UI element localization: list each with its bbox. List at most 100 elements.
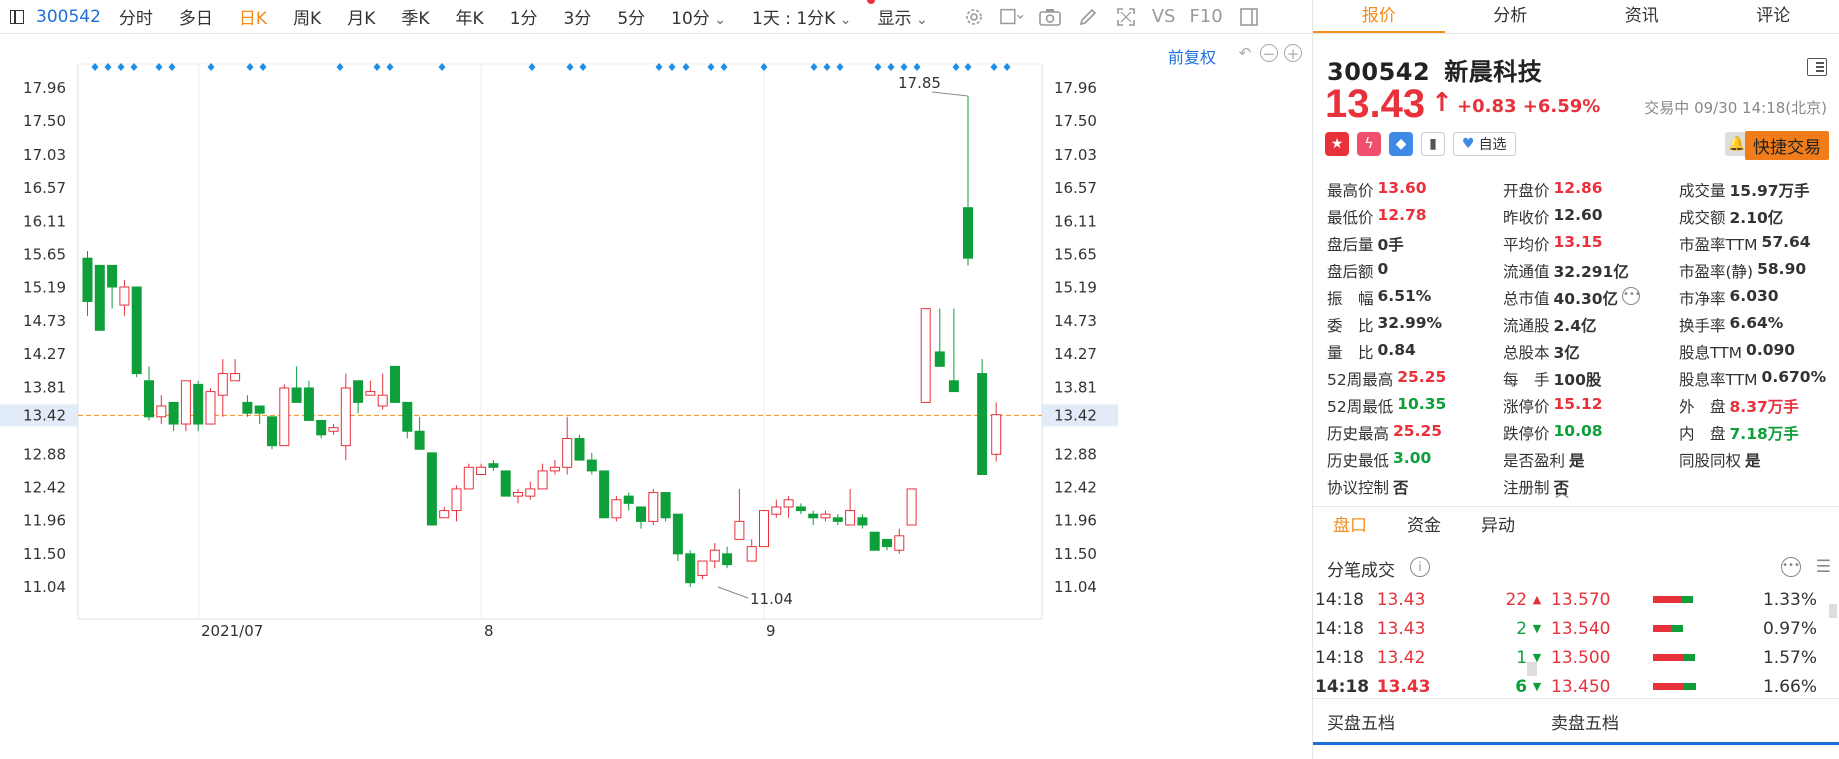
quote-value: 10.08 [1553,421,1603,440]
quote-label: 成交额 [1679,208,1726,227]
max-price-leader [931,91,969,97]
tab-capital[interactable]: 资金 [1387,507,1461,544]
quote-label: 盘后量 [1327,235,1374,254]
candle-down [636,506,646,522]
scrollbar-right[interactable] [1829,604,1837,618]
tab-quote[interactable]: 报价 [1313,0,1445,33]
y-tick-label-left: 16.11 [23,212,66,230]
y-tick-label-right: 12.42 [1054,478,1097,496]
y-tick-label-left: 14.27 [23,345,66,363]
last-price: 13.43 [1325,82,1426,126]
more-icon[interactable]: ••• [1781,557,1801,577]
tab-intraday[interactable]: 分时 [119,4,153,29]
tab-1min[interactable]: 1分 [510,4,538,29]
up-arrow-icon: ↑ [1431,88,1453,118]
candle-down [254,405,265,414]
quote-label: 总股本 [1503,343,1550,362]
stock-name: 新晨科技 [1444,58,1543,86]
quote-label: 同股同权 [1679,451,1742,470]
tab-5min[interactable]: 5分 [617,4,645,29]
candle-up [451,488,462,512]
candle-down [131,286,142,375]
tab-week-k[interactable]: 周K [293,4,321,29]
y-tick-label-left: 14.73 [23,312,66,330]
tab-news[interactable]: 资讯 [1576,0,1708,33]
add-watchlist-button[interactable]: ♥ 自选 [1453,132,1516,156]
tick-time: 14:18 [1315,589,1364,610]
candle-down [94,264,105,331]
depth-bar [1653,654,1707,661]
candle-down [934,351,945,367]
draw-pencil-icon[interactable] [1076,5,1100,29]
tab-comments[interactable]: 评论 [1708,0,1839,33]
quote-cell: 市盈率TTM 57.64 [1679,233,1837,255]
quote-row: 52周最高 25.25 每 手 100股 股息率TTM 0.670% [1327,365,1837,392]
tab-anomaly[interactable]: 异动 [1461,507,1535,544]
quote-cell: 委 比 32.99% [1327,314,1503,336]
y-tick-label-right: 11.50 [1054,545,1097,563]
depth-percent: 1.33% [1762,589,1817,610]
tab-analysis[interactable]: 分析 [1445,0,1577,33]
tab-quarter-k[interactable]: 季K [401,4,429,29]
camera-icon[interactable] [1038,5,1062,29]
layout-toggle-icon[interactable] [1807,58,1827,76]
vs-compare-button[interactable]: VS [1152,6,1176,27]
tab-month-k[interactable]: 月K [347,4,375,29]
depth-row: 13.570 1.33% [1551,585,1831,614]
quote-label: 成交量 [1679,181,1726,200]
candle-down [586,459,597,472]
y-tick-label-right: 14.73 [1054,312,1097,330]
candle-down [599,470,610,519]
candle-down [808,513,819,519]
quote-tabs: 报价 分析 资讯 评论 [1313,0,1839,34]
f10-button[interactable]: F10 [1189,6,1222,27]
quote-cell: 内 盘 7.18万手 [1679,422,1837,444]
chart-style-icon[interactable] [999,5,1024,29]
y-tick-label-right: 17.96 [1054,79,1097,97]
tab-multi-day[interactable]: 多日 [179,4,213,29]
depth-price: 13.540 [1551,618,1611,639]
tab-order-book[interactable]: 盘口 [1313,507,1387,544]
tab-3min[interactable]: 3分 [564,4,592,29]
candle-down [353,380,364,403]
quote-cell: 协议控制否 [1327,476,1503,498]
info-icon[interactable]: i [1410,557,1430,577]
quick-trade-button[interactable]: 快捷交易 [1745,131,1829,160]
period-select[interactable]: 1天 : 1分K [752,4,852,29]
fullscreen-icon[interactable] [1114,5,1138,29]
quote-cell: 同股同权是 [1679,449,1837,471]
watchlist-label: 自选 [1478,137,1507,153]
quote-value: 0.670% [1761,367,1827,386]
quote-label: 历史最低 [1327,451,1390,470]
quote-label: 52周最低 [1327,397,1394,416]
tick-time: 14:18 [1315,618,1364,639]
x-axis-label: 8 [484,622,494,640]
more-icon[interactable]: ••• [1622,286,1641,305]
app-window: { "toolbar": { "code": "300542", "tabs":… [0,0,1839,759]
candle-up [783,499,794,508]
sidebar-toggle-icon[interactable] [10,9,24,24]
candle-up [476,466,487,476]
tab-year-k[interactable]: 年K [456,4,484,29]
y-tick-label-left: 15.65 [23,246,66,264]
display-menu[interactable]: 显示 [878,4,928,29]
tab-day-k[interactable]: 日K [239,4,267,29]
candle-down [291,387,302,403]
quote-value: 7.18万手 [1729,424,1799,443]
panel-layout-icon[interactable] [1237,5,1261,29]
depth-percent: 1.57% [1762,647,1817,668]
quote-label: 是否盈利 [1503,451,1566,470]
bookmark-icon[interactable]: ▮ [1421,132,1445,156]
candle-up [119,286,130,306]
quote-row: 委 比 32.99% 流通股 2.4亿 换手率 6.64% [1327,311,1837,338]
quote-label: 历史最高 [1327,424,1390,443]
tab-10min[interactable]: 10分 [671,4,726,29]
candle-down [144,380,154,418]
collapse-chevron-icon[interactable]: ︿ [1555,482,1569,502]
list-icon[interactable]: ☰ [1816,557,1831,577]
toolbar-icons: VS F10 [962,5,1261,29]
triangle-up-icon: ▲ [1532,593,1542,606]
settings-gear-icon[interactable] [962,5,986,29]
candlestick-chart[interactable]: 17.96 17.96 17.50 17.50 17.03 17.03 16.57 16.57… [0,60,1312,759]
scrollbar[interactable] [1527,662,1537,676]
